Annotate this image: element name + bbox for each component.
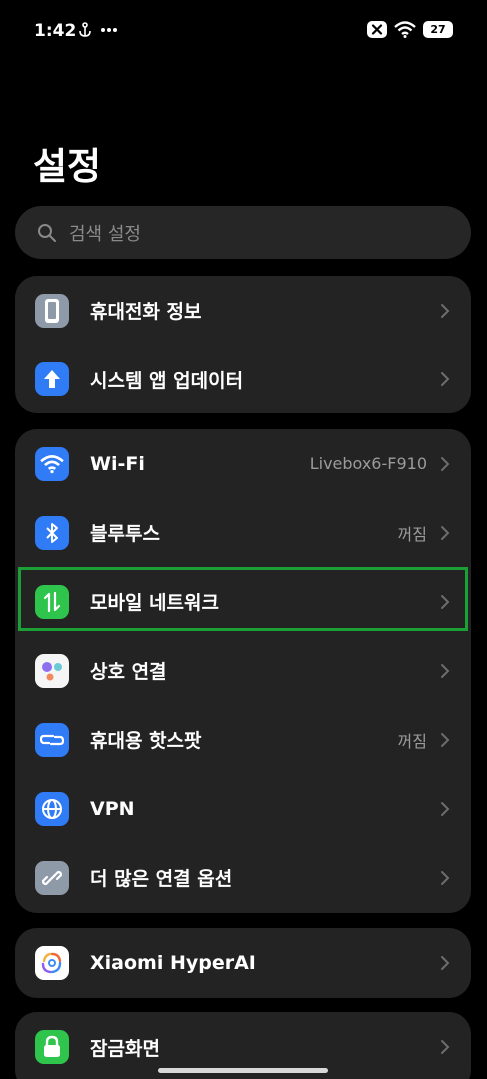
settings-group-ai: Xiaomi HyperAI <box>15 928 471 998</box>
anchor-icon <box>79 22 91 37</box>
globe-icon <box>35 791 69 826</box>
settings-item-mobile-network[interactable]: 모바일 네트워크 <box>15 567 471 636</box>
chevron-right-icon <box>441 456 450 471</box>
status-left-icons <box>78 22 118 38</box>
settings-item-hotspot[interactable]: 휴대용 핫스팟 꺼짐 <box>15 705 471 774</box>
mobile-data-icon <box>35 584 69 619</box>
phone-icon <box>35 293 69 328</box>
settings-item-bluetooth[interactable]: 블루투스 꺼짐 <box>15 498 471 567</box>
status-right-icons: 27 <box>367 21 453 38</box>
interconnect-icon <box>35 653 69 688</box>
chevron-right-icon <box>441 525 450 540</box>
settings-item-vpn[interactable]: VPN <box>15 774 471 843</box>
settings-item-label: 잠금화면 <box>90 1037 160 1060</box>
settings-item-value: 꺼짐 <box>397 524 427 544</box>
settings-item-phone-info[interactable]: 휴대전화 정보 <box>15 276 471 345</box>
chevron-right-icon <box>441 732 450 747</box>
wifi-icon <box>394 21 416 38</box>
chevron-right-icon <box>441 870 450 885</box>
more-dots-icon <box>101 28 117 32</box>
status-bar: 1:42 27 <box>0 0 487 62</box>
bluetooth-icon <box>35 515 69 550</box>
settings-item-interconnect[interactable]: 상호 연결 <box>15 636 471 705</box>
settings-group-connections: Wi-Fi Livebox6-F910 블루투스 꺼짐 모바일 네트워크 상호 … <box>15 429 471 913</box>
hyperai-icon <box>35 946 69 980</box>
hotspot-icon <box>35 722 69 757</box>
settings-item-hyperai[interactable]: Xiaomi HyperAI <box>15 928 471 998</box>
settings-item-label: 더 많은 연결 옵션 <box>90 868 233 890</box>
settings-item-more-connections[interactable]: 더 많은 연결 옵션 <box>15 843 471 912</box>
settings-item-label: 블루투스 <box>90 523 160 545</box>
settings-item-wifi[interactable]: Wi-Fi Livebox6-F910 <box>15 429 471 498</box>
chevron-right-icon <box>441 594 450 609</box>
settings-item-value: Livebox6-F910 <box>309 454 427 473</box>
settings-item-label: VPN <box>90 797 135 820</box>
settings-item-value: 꺼짐 <box>397 731 427 751</box>
page-title: 설정 <box>33 145 102 188</box>
settings-group-device: 휴대전화 정보 시스템 앱 업데이터 <box>15 276 471 413</box>
search-input[interactable]: 검색 설정 <box>15 206 471 259</box>
chevron-right-icon <box>441 303 450 318</box>
search-icon <box>38 223 56 242</box>
status-time: 1:42 <box>34 21 77 41</box>
settings-item-label: 휴대전화 정보 <box>90 301 202 323</box>
settings-item-label: 시스템 앱 업데이터 <box>90 369 244 392</box>
close-box-icon <box>367 21 387 38</box>
home-indicator[interactable] <box>158 1068 328 1073</box>
chevron-right-icon <box>441 372 450 386</box>
settings-item-label: 휴대용 핫스팟 <box>90 730 202 752</box>
settings-item-label: Wi-Fi <box>90 452 145 475</box>
settings-item-label: Xiaomi HyperAI <box>90 952 256 974</box>
settings-item-label: 모바일 네트워크 <box>90 592 219 614</box>
settings-item-label: 상호 연결 <box>90 661 167 683</box>
chevron-right-icon <box>441 801 450 816</box>
settings-item-system-app-updater[interactable]: 시스템 앱 업데이터 <box>15 345 471 413</box>
link-icon <box>35 860 69 895</box>
wifi-icon <box>35 446 69 481</box>
arrow-up-icon <box>35 362 69 396</box>
battery-indicator: 27 <box>423 21 453 38</box>
chevron-right-icon <box>441 956 450 970</box>
lock-icon <box>35 1030 69 1064</box>
search-placeholder: 검색 설정 <box>69 223 141 245</box>
chevron-right-icon <box>441 663 450 678</box>
chevron-right-icon <box>441 1040 450 1054</box>
